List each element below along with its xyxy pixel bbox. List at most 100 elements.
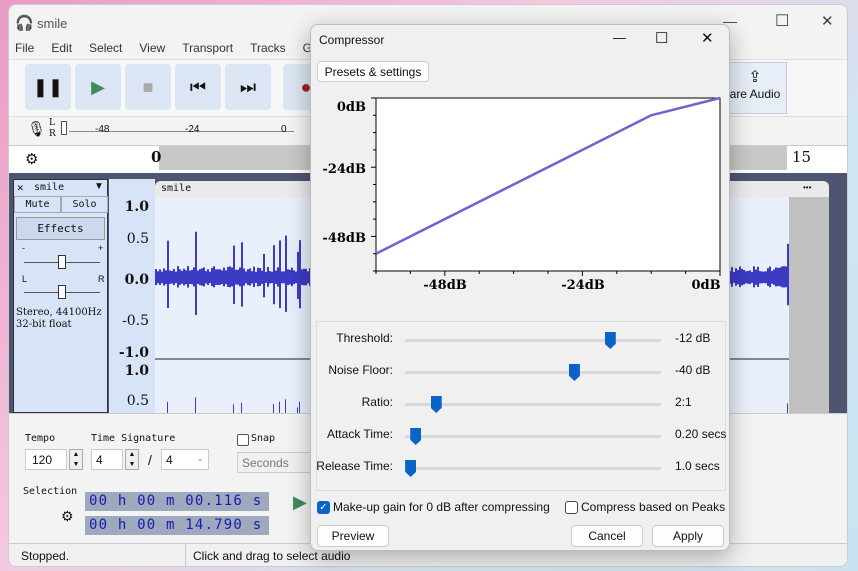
waveform-sample (783, 266, 785, 288)
gear-icon[interactable]: ⚙ (61, 508, 74, 525)
clip-menu-button[interactable]: ••• (803, 183, 811, 192)
selection-end[interactable]: 00 h 00 m 14.790 s (85, 516, 269, 535)
waveform-sample (295, 271, 297, 284)
timesig-stepper[interactable]: ▲ ▼ (125, 449, 139, 470)
waveform-sample (165, 270, 167, 285)
snap-label: Snap (251, 433, 276, 444)
pan-l: L (22, 274, 28, 284)
dialog-maximize-button[interactable]: ☐ (655, 29, 668, 47)
effects-button[interactable]: Effects (16, 217, 105, 240)
play-at-speed-icon[interactable]: ▶ (293, 492, 307, 513)
waveform-sample (171, 271, 173, 284)
track-format: Stereo, 44100Hz (16, 307, 102, 318)
waveform-sample (191, 270, 193, 285)
timesig-denominator[interactable]: 4 ⌄ (161, 449, 209, 470)
menu-edit[interactable]: Edit (51, 41, 72, 55)
tempo-input[interactable]: 120 (25, 449, 67, 470)
waveform-sample (787, 403, 788, 413)
waveform-sample (285, 235, 287, 312)
waveform-sample (207, 269, 209, 285)
waveform-sample (201, 268, 203, 286)
skip-end-button[interactable]: ⏭ (225, 64, 271, 110)
compress-peaks-checkbox[interactable] (565, 501, 578, 514)
selection-label: Selection (23, 486, 78, 497)
menu-transport[interactable]: Transport (182, 41, 233, 55)
presets-settings-button[interactable]: Presets & settings (317, 61, 429, 82)
waveform-sample (169, 270, 171, 284)
waveform-sample (769, 266, 771, 288)
waveform-sample (195, 397, 196, 413)
solo-button[interactable]: Solo (61, 196, 108, 213)
mute-button[interactable]: Mute (14, 196, 61, 213)
stop-button[interactable]: ■ (125, 64, 171, 110)
stop-icon: ■ (142, 76, 154, 97)
slider-value: 0.20 secs (675, 427, 727, 441)
slider-track[interactable] (405, 435, 661, 438)
share-audio-label: are Audio (729, 87, 781, 101)
waveform-sample (739, 266, 741, 288)
slider-track[interactable] (405, 403, 661, 406)
timesig-numerator[interactable]: 4 (91, 449, 123, 470)
skip-end-icon: ⏭ (239, 76, 257, 97)
meter-slider[interactable] (61, 121, 67, 135)
maximize-button[interactable]: ☐ (775, 11, 789, 31)
waveform-sample (773, 269, 775, 285)
apply-button[interactable]: Apply (652, 525, 724, 547)
makeup-gain-label: Make-up gain for 0 dB after compressing (333, 500, 550, 514)
waveform-sample (267, 267, 269, 287)
status-left: Stopped. (21, 549, 70, 563)
waveform-sample (213, 266, 215, 288)
dialog-minimize-button[interactable]: — (613, 30, 626, 45)
pan-slider[interactable] (58, 285, 66, 299)
gear-icon[interactable]: ⚙ (25, 150, 38, 168)
track-close-button[interactable]: ✕ (17, 181, 24, 194)
waveform-sample (211, 267, 213, 287)
waveform-sample (775, 267, 777, 287)
pause-button[interactable]: ❚❚ (25, 64, 71, 110)
waveform-sample (247, 269, 249, 285)
waveform-sample (763, 271, 765, 284)
chevron-down-icon[interactable]: ▼ (94, 181, 104, 192)
slider-track[interactable] (405, 467, 661, 470)
tempo-stepper[interactable]: ▲ ▼ (69, 449, 83, 470)
play-icon: ▶ (91, 76, 105, 97)
play-button[interactable]: ▶ (75, 64, 121, 110)
snap-unit-select[interactable]: Seconds (237, 452, 317, 473)
slider-track[interactable] (405, 339, 661, 342)
preview-button[interactable]: Preview (317, 525, 389, 547)
close-button[interactable]: ✕ (821, 12, 834, 30)
slider-track[interactable] (405, 371, 661, 374)
share-audio-button[interactable]: ⇪ are Audio (723, 62, 787, 114)
waveform-sample (243, 268, 245, 286)
skip-start-button[interactable]: ⏮ (175, 64, 221, 110)
waveform-sample (749, 270, 751, 285)
dialog-close-button[interactable]: ✕ (701, 29, 714, 47)
scale-label: 0.0 (124, 272, 149, 288)
menu-select[interactable]: Select (89, 41, 122, 55)
snap-checkbox[interactable] (237, 434, 249, 446)
waveform-sample (181, 270, 183, 284)
compressor-dialog: Compressor — ☐ ✕ Presets & settings 0dB … (310, 24, 730, 551)
meter-tick: -24 (185, 124, 200, 135)
scale-label: -0.5 (122, 313, 149, 329)
track-name-menu[interactable]: smile (34, 182, 64, 193)
track-control-panel: ✕ smile ▼ Mute Solo Effects - + L R Ster… (13, 179, 108, 413)
waveform-sample (275, 270, 277, 284)
waveform-sample (229, 266, 231, 288)
selection-start[interactable]: 00 h 00 m 00.116 s (85, 492, 269, 511)
menu-tracks[interactable]: Tracks (250, 41, 286, 55)
microphone-icon[interactable]: 🎙 (27, 120, 46, 138)
makeup-gain-checkbox[interactable]: ✓ (317, 501, 330, 514)
waveform-sample (225, 270, 227, 285)
waveform-sample (183, 268, 185, 286)
waveform-sample (231, 267, 233, 287)
waveform-sample (217, 269, 219, 285)
tempo-label: Tempo (25, 433, 56, 444)
waveform-sample (215, 269, 217, 285)
waveform-sample (301, 269, 303, 285)
cancel-button[interactable]: Cancel (571, 525, 643, 547)
slider-value: 2:1 (675, 395, 692, 409)
menu-view[interactable]: View (139, 41, 165, 55)
menu-file[interactable]: File (15, 41, 34, 55)
gain-slider[interactable] (58, 255, 66, 269)
